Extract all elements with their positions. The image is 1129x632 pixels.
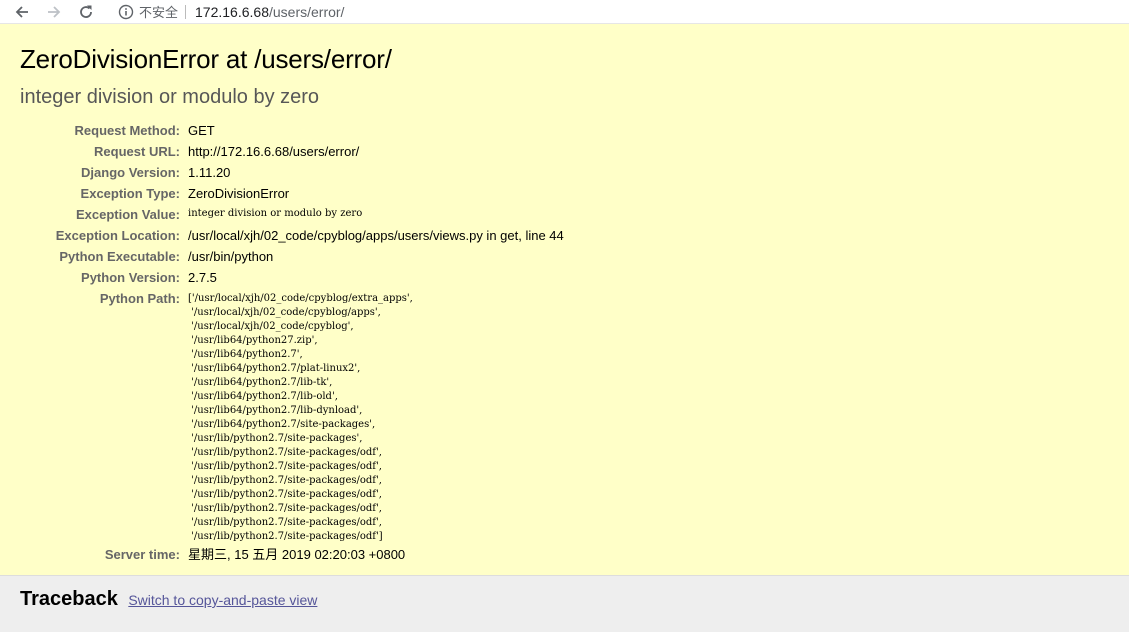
- browser-toolbar: 不安全 172.16.6.68/users/error/: [0, 0, 1129, 24]
- url-host[interactable]: 172.16.6.68: [195, 4, 269, 20]
- meta-label: Exception Location:: [55, 228, 180, 243]
- security-label[interactable]: 不安全: [139, 2, 178, 21]
- meta-value: http://172.16.6.68/users/error/: [188, 144, 360, 159]
- back-arrow-icon: [15, 5, 28, 18]
- info-icon[interactable]: [118, 4, 134, 20]
- meta-value: ZeroDivisionError: [188, 186, 290, 201]
- meta-row: Python Executable: /usr/bin/python: [20, 246, 564, 267]
- url-path[interactable]: /users/error/: [269, 4, 344, 20]
- meta-row: Django Version: 1.11.20: [20, 162, 564, 183]
- meta-row: Server time: 星期三, 15 五月 2019 02:20:03 +0…: [20, 544, 564, 565]
- request-meta-table: Request Method: GET Request URL: http://…: [20, 120, 564, 565]
- page-title: ZeroDivisionError at /users/error/: [20, 44, 392, 74]
- back-button[interactable]: [10, 0, 34, 23]
- meta-label: Python Executable:: [59, 249, 180, 264]
- meta-row: Exception Location: /usr/local/xjh/02_co…: [20, 225, 564, 246]
- meta-value: 星期三, 15 五月 2019 02:20:03 +0800: [188, 547, 406, 562]
- meta-row: Python Path: ['/usr/local/xjh/02_code/cp…: [20, 288, 564, 544]
- meta-label: Python Version:: [81, 270, 180, 285]
- meta-value: GET: [188, 123, 215, 138]
- reload-button[interactable]: [74, 0, 98, 23]
- forward-arrow-icon: [48, 5, 61, 18]
- meta-label: Django Version:: [81, 165, 180, 180]
- traceback-heading: Traceback: [20, 588, 118, 610]
- meta-label: Server time:: [104, 547, 180, 562]
- meta-value: 2.7.5: [188, 270, 217, 285]
- switch-copy-paste-link[interactable]: Switch to copy-and-paste view: [128, 592, 317, 608]
- meta-value: 1.11.20: [188, 165, 231, 180]
- forward-button[interactable]: [42, 0, 66, 23]
- traceback-section: Traceback Switch to copy-and-paste view: [0, 576, 1129, 632]
- meta-row: Exception Type: ZeroDivisionError: [20, 183, 564, 204]
- address-bar[interactable]: 不安全 172.16.6.68/users/error/: [108, 0, 1129, 23]
- exception-message: integer division or modulo by zero: [20, 86, 320, 108]
- meta-row: Request Method: GET: [20, 120, 564, 141]
- error-summary: ZeroDivisionError at /users/error/ integ…: [0, 24, 1129, 576]
- meta-row: Request URL: http://172.16.6.68/users/er…: [20, 141, 564, 162]
- meta-label: Exception Value:: [75, 207, 180, 222]
- meta-label: Request URL:: [94, 144, 180, 159]
- omnibox-divider: [185, 4, 187, 19]
- meta-label: Request Method:: [74, 123, 180, 138]
- meta-row: Exception Value: integer division or mod…: [20, 204, 564, 225]
- python-path-list: ['/usr/local/xjh/02_code/cpyblog/extra_a…: [188, 293, 413, 542]
- exception-value: integer division or modulo by zero: [188, 208, 363, 219]
- meta-label: Exception Type:: [80, 186, 180, 201]
- meta-value: /usr/bin/python: [188, 249, 274, 264]
- reload-icon: [80, 5, 92, 18]
- meta-label: Python Path:: [99, 291, 180, 306]
- meta-value: /usr/local/xjh/02_code/cpyblog/apps/user…: [188, 228, 564, 243]
- meta-row: Python Version: 2.7.5: [20, 267, 564, 288]
